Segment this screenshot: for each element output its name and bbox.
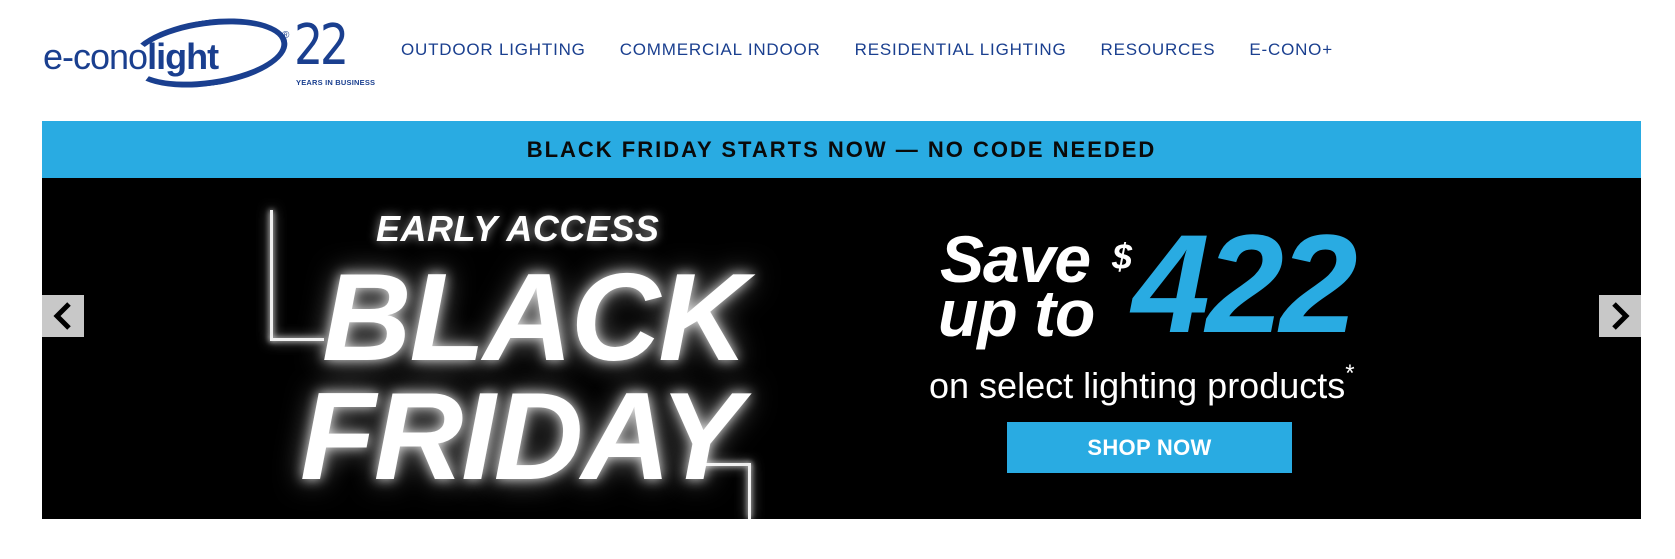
logo-anniversary-number: 22 (294, 13, 349, 78)
main-nav: OUTDOOR LIGHTING COMMERCIAL INDOOR RESID… (401, 40, 1367, 60)
offer-subtext-label: on select lighting products (929, 365, 1346, 406)
site-header: e-conolight ® 22 YEARS IN BUSINESS OUTDO… (0, 0, 1675, 121)
offer-subtext: on select lighting products* (929, 360, 1355, 407)
up-to-text: up to (938, 276, 1095, 350)
headline-friday: FRIDAY (300, 368, 742, 506)
neon-cord-bottom-vertical (748, 463, 751, 519)
hero-banner[interactable]: EARLY ACCESS BLACK FRIDAY Save up to $ 4… (42, 178, 1641, 519)
nav-item-e-cono-plus[interactable]: E-CONO+ (1249, 40, 1333, 60)
carousel-prev-button[interactable] (42, 295, 84, 337)
carousel-next-button[interactable] (1599, 295, 1641, 337)
headline-black: BLACK (322, 249, 748, 387)
nav-item-outdoor-lighting[interactable]: OUTDOOR LIGHTING (401, 40, 586, 60)
savings-amount: 422 (1132, 205, 1358, 362)
offer-asterisk: * (1345, 360, 1355, 387)
logo-anniversary-caption: YEARS IN BUSINESS (296, 78, 376, 87)
promo-bar: BLACK FRIDAY STARTS NOW — NO CODE NEEDED (42, 121, 1641, 178)
nav-item-commercial-indoor[interactable]: COMMERCIAL INDOOR (620, 40, 821, 60)
currency-symbol: $ (1112, 236, 1133, 277)
neon-cord-top-horizontal (270, 338, 324, 341)
early-access-text: EARLY ACCESS (376, 208, 660, 249)
chevron-right-icon (1612, 302, 1630, 330)
shop-now-button[interactable]: SHOP NOW (1007, 422, 1292, 473)
nav-item-resources[interactable]: RESOURCES (1101, 40, 1216, 60)
shop-now-label: SHOP NOW (1087, 434, 1212, 460)
neon-cord-top-vertical (270, 210, 273, 340)
logo-text-regular: e-cono (43, 36, 148, 77)
promo-text: BLACK FRIDAY STARTS NOW — NO CODE NEEDED (526, 136, 1157, 162)
logo-registered-mark: ® (282, 30, 290, 41)
chevron-left-icon (53, 302, 71, 330)
logo-wordmark: e-conolight (43, 36, 219, 78)
econolight-logo[interactable]: e-conolight ® 22 YEARS IN BUSINESS (40, 9, 375, 97)
logo-text-bold: light (147, 36, 219, 77)
nav-item-residential-lighting[interactable]: RESIDENTIAL LIGHTING (855, 40, 1067, 60)
